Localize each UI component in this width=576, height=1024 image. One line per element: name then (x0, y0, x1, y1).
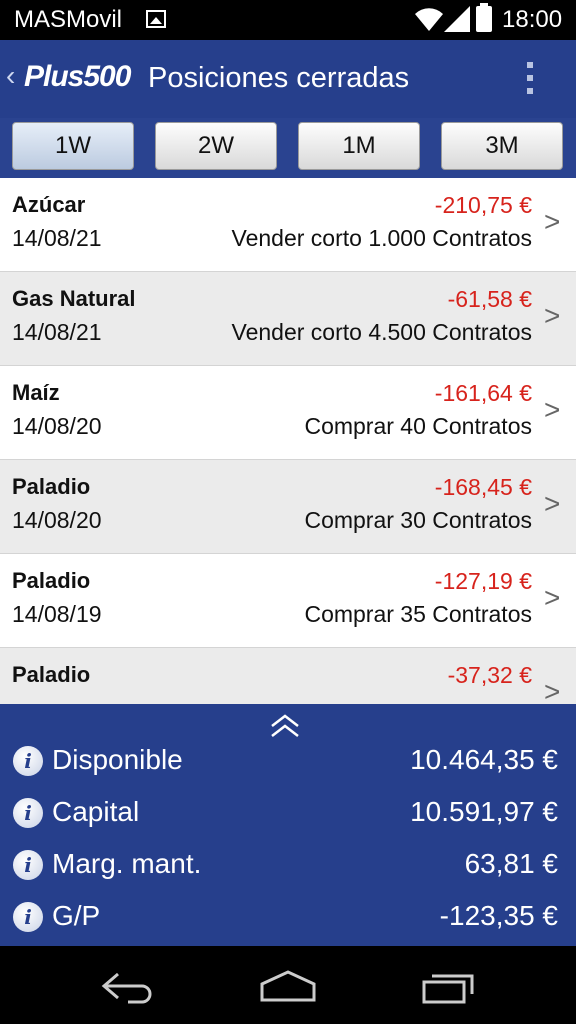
position-detail: Comprar 35 Contratos (304, 601, 532, 627)
info-icon[interactable]: i (13, 850, 43, 880)
position-row[interactable]: Gas Natural 14/08/21 -61,58 € Vender cor… (0, 272, 576, 366)
recent-apps-icon[interactable] (420, 966, 480, 1006)
info-icon[interactable]: i (13, 798, 43, 828)
position-row[interactable]: Paladio 14/08/19 -127,19 € Comprar 35 Co… (0, 554, 576, 648)
period-tab-bar: 1W 2W 1M 3M (0, 118, 576, 178)
app-logo[interactable]: Plus500 (24, 60, 131, 94)
carrier-name: MASMovil (14, 6, 123, 33)
tab-2w[interactable]: 2W (155, 122, 277, 170)
navigation-bar (0, 946, 576, 1024)
tab-1w[interactable]: 1W (12, 122, 134, 170)
tab-3m[interactable]: 3M (441, 122, 563, 170)
chevron-right-icon: > (544, 300, 561, 331)
position-row[interactable]: Paladio -37,32 € > (0, 648, 576, 704)
home-icon[interactable] (258, 966, 318, 1006)
position-detail: Comprar 40 Contratos (304, 413, 532, 439)
summary-value: 10.464,35 € (410, 744, 558, 775)
position-pnl: -37,32 € (447, 662, 532, 688)
tab-1m[interactable]: 1M (298, 122, 420, 170)
instrument-name: Gas Natural (12, 286, 136, 311)
summary-label: Disponible (52, 744, 183, 775)
position-date: 14/08/21 (12, 225, 102, 251)
position-detail: Vender corto 4.500 Contratos (231, 319, 532, 345)
position-detail: Comprar 30 Contratos (304, 507, 532, 533)
summary-label: Marg. mant. (52, 848, 202, 879)
position-row[interactable]: Maíz 14/08/20 -161,64 € Comprar 40 Contr… (0, 366, 576, 460)
battery-icon (476, 3, 492, 32)
instrument-name: Paladio (12, 568, 91, 593)
position-date: 14/08/21 (12, 319, 102, 345)
chevron-right-icon: > (544, 394, 561, 425)
summary-row-pnl: i G/P -123,35 € (0, 892, 576, 942)
summary-value: 10.591,97 € (410, 796, 558, 827)
position-detail: Vender corto 1.000 Contratos (231, 225, 532, 251)
position-date: 14/08/20 (12, 413, 102, 439)
instrument-name: Maíz (12, 380, 60, 405)
instrument-name: Paladio (12, 474, 91, 499)
summary-row-disponible: i Disponible 10.464,35 € (0, 736, 576, 786)
back-icon[interactable] (98, 966, 158, 1006)
clock: 18:00 (502, 6, 563, 33)
summary-label: G/P (52, 900, 101, 931)
closed-positions-list[interactable]: Azúcar 14/08/21 -210,75 € Vender corto 1… (0, 178, 576, 704)
position-date: 14/08/19 (12, 601, 102, 627)
summary-row-capital: i Capital 10.591,97 € (0, 788, 576, 838)
back-chevron-icon[interactable]: ‹ (6, 60, 15, 92)
summary-row-margin: i Marg. mant. 63,81 € (0, 840, 576, 890)
image-icon (146, 10, 166, 28)
position-pnl: -168,45 € (434, 474, 532, 500)
info-icon[interactable]: i (13, 746, 43, 776)
position-pnl: -210,75 € (434, 192, 532, 218)
app-bar: ‹ Plus500 Posiciones cerradas (0, 40, 576, 118)
account-summary-panel: i Disponible 10.464,35 € i Capital 10.59… (0, 704, 576, 946)
summary-value: 63,81 € (464, 848, 558, 879)
chevron-right-icon: > (544, 582, 561, 613)
position-row[interactable]: Azúcar 14/08/21 -210,75 € Vender corto 1… (0, 178, 576, 272)
signal-icon (444, 6, 470, 32)
position-pnl: -61,58 € (447, 286, 532, 312)
instrument-name: Paladio (12, 662, 91, 687)
position-row[interactable]: Paladio 14/08/20 -168,45 € Comprar 30 Co… (0, 460, 576, 554)
wifi-icon (415, 8, 443, 31)
chevron-right-icon: > (544, 488, 561, 519)
position-pnl: -127,19 € (434, 568, 532, 594)
position-date: 14/08/20 (12, 507, 102, 533)
chevron-right-icon: > (544, 206, 561, 237)
overflow-menu-icon[interactable] (518, 60, 542, 100)
chevron-right-icon: > (544, 676, 561, 704)
position-pnl: -161,64 € (434, 380, 532, 406)
status-bar: MASMovil 18:00 (0, 0, 576, 40)
info-icon[interactable]: i (13, 902, 43, 932)
instrument-name: Azúcar (12, 192, 86, 217)
page-title: Posiciones cerradas (148, 62, 410, 94)
summary-value: -123,35 € (439, 900, 558, 931)
summary-label: Capital (52, 796, 140, 827)
